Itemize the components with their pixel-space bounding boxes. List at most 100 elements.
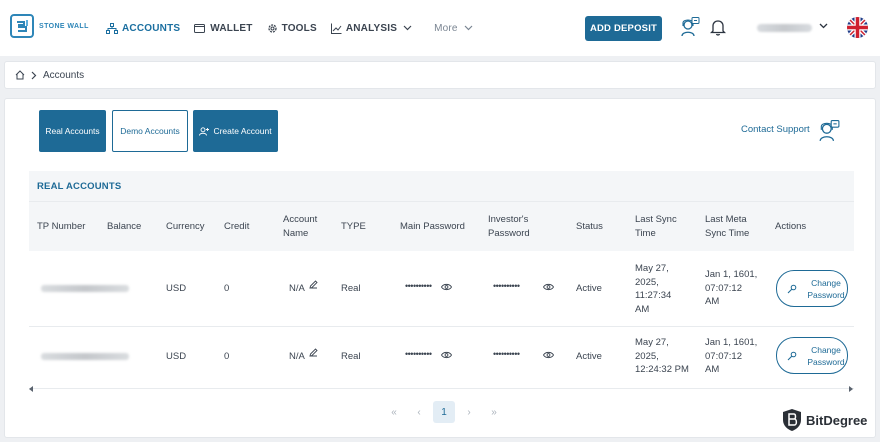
th-account-name-line2: Name: [283, 228, 309, 239]
th-main-password: Main Password: [400, 221, 465, 232]
accounts-card: Real Accounts Demo Accounts Create Accou…: [4, 98, 876, 438]
home-icon[interactable]: [15, 70, 25, 80]
last-meta-line: Jan 1, 1601,: [705, 337, 758, 348]
last-page-button[interactable]: »: [483, 401, 505, 423]
demo-accounts-tab[interactable]: Demo Accounts: [112, 110, 188, 152]
chevron-right-icon: [31, 71, 37, 79]
nav-analysis[interactable]: ANALYSIS: [330, 23, 412, 34]
first-page-button[interactable]: «: [383, 401, 405, 423]
last-sync-line: AM: [635, 303, 650, 315]
cell-last-meta-sync: Jan 1, 1601, 07:07:12 AM: [705, 268, 757, 309]
th-last-sync-line1: Last Sync: [635, 214, 677, 225]
support-agent-icon[interactable]: [680, 17, 700, 37]
sitemap-icon: [106, 22, 118, 34]
last-sync-line: May 27,: [635, 263, 669, 274]
top-navigation-bar: STONE WALL ACCOUNTS WALLET TOOLS ANALYSI…: [0, 0, 880, 56]
nav-more[interactable]: More: [434, 23, 473, 34]
nav-accounts-label: ACCOUNTS: [122, 22, 181, 34]
chevron-down-icon: [403, 25, 412, 31]
eye-icon[interactable]: [441, 351, 452, 359]
last-meta-line: AM: [705, 364, 720, 375]
table-row: USD 0 N/A Real •••••••••• •••••••••• Act…: [29, 327, 854, 389]
nav-wallet[interactable]: WALLET: [194, 23, 252, 34]
prev-page-button[interactable]: ‹: [408, 401, 430, 423]
eye-icon[interactable]: [543, 351, 554, 359]
bell-icon[interactable]: [710, 19, 726, 36]
main-nav: ACCOUNTS WALLET TOOLS ANALYSIS More: [106, 0, 487, 56]
scroll-right-arrow-icon[interactable]: [848, 386, 853, 392]
create-account-button[interactable]: Create Account: [193, 110, 278, 152]
th-status: Status: [576, 221, 603, 232]
pencil-icon[interactable]: [309, 348, 318, 357]
uk-flag-icon[interactable]: [847, 17, 868, 38]
last-sync-line: 2025,: [635, 276, 659, 288]
logo-text: STONE WALL: [39, 22, 89, 30]
chevron-down-icon: [464, 25, 473, 31]
chevron-down-icon[interactable]: [819, 23, 828, 29]
breadcrumb: Accounts: [4, 61, 876, 89]
eye-icon[interactable]: [441, 283, 452, 291]
th-currency: Currency: [166, 221, 205, 232]
wallet-icon: [194, 23, 206, 33]
page-1-button[interactable]: 1: [433, 401, 455, 423]
tp-number-redacted: [41, 353, 129, 360]
scroll-left-arrow-icon[interactable]: [29, 386, 34, 392]
last-sync-line: 2025,: [635, 350, 659, 362]
add-deposit-button[interactable]: ADD DEPOSIT: [585, 16, 662, 41]
last-sync-line: May 27,: [635, 337, 669, 348]
change-password-label: Change Password: [793, 344, 844, 368]
add-user-icon: [199, 126, 210, 136]
th-last-sync-line2: Time: [635, 228, 656, 239]
table-header: TP Number Balance Currency Credit Accoun…: [29, 201, 854, 251]
cell-last-meta-sync: Jan 1, 1601, 07:07:12 AM: [705, 336, 757, 377]
last-meta-line: 07:07:12: [705, 282, 742, 294]
contact-support-link[interactable]: Contact Support: [741, 124, 810, 135]
logo-icon: [10, 14, 34, 38]
cell-type: Real: [341, 351, 361, 362]
cell-status: Active: [576, 351, 602, 362]
change-password-line: Password: [807, 289, 845, 300]
th-balance: Balance: [107, 221, 142, 232]
th-investor-line1: Investor's: [488, 214, 529, 225]
user-name-redacted[interactable]: [757, 24, 812, 32]
cell-main-password: ••••••••••: [405, 349, 432, 359]
cell-credit: 0: [224, 283, 230, 294]
th-type: TYPE: [341, 221, 366, 232]
real-accounts-tab[interactable]: Real Accounts: [39, 110, 106, 152]
next-page-button[interactable]: ›: [458, 401, 480, 423]
cell-last-sync: May 27, 2025, 12:24:32 PM: [635, 336, 689, 377]
change-password-line: Change: [811, 344, 841, 355]
th-last-meta-line2: Sync Time: [705, 228, 750, 239]
nav-accounts[interactable]: ACCOUNTS: [106, 22, 181, 34]
table-row: USD 0 N/A Real •••••••••• •••••••••• Act…: [29, 251, 854, 327]
last-meta-line: AM: [705, 296, 720, 307]
tp-number-redacted: [41, 285, 129, 292]
stone-wall-logo[interactable]: STONE WALL: [10, 14, 89, 38]
eye-icon[interactable]: [543, 283, 554, 291]
change-password-line: Change: [811, 277, 841, 288]
cell-account-name: N/A: [289, 283, 305, 294]
nav-tools-label: TOOLS: [281, 22, 317, 34]
change-password-label: Change Password: [793, 277, 844, 301]
last-meta-line: 07:07:12: [705, 350, 742, 362]
bitdegree-shield-icon: [783, 409, 801, 431]
table-section-title: REAL ACCOUNTS: [29, 171, 854, 201]
th-last-meta-line1: Last Meta: [705, 214, 747, 225]
cell-type: Real: [341, 283, 361, 294]
th-credit: Credit: [224, 221, 250, 232]
change-password-button[interactable]: Change Password: [776, 270, 848, 307]
last-meta-line: Jan 1, 1601,: [705, 269, 758, 280]
change-password-button[interactable]: Change Password: [776, 337, 848, 374]
cell-main-password: ••••••••••: [405, 281, 432, 291]
chart-icon: [330, 23, 342, 34]
support-agent-icon[interactable]: [818, 120, 840, 142]
th-actions: Actions: [775, 221, 807, 232]
cell-currency: USD: [166, 283, 187, 294]
bitdegree-watermark: BitDegree: [782, 408, 867, 432]
bitdegree-text: BitDegree: [806, 412, 868, 428]
breadcrumb-current: Accounts: [43, 69, 85, 81]
pencil-icon[interactable]: [309, 280, 318, 289]
nav-tools[interactable]: TOOLS: [267, 23, 317, 34]
pagination: « ‹ 1 › »: [383, 401, 508, 423]
last-sync-line: 11:27:34: [635, 290, 672, 301]
